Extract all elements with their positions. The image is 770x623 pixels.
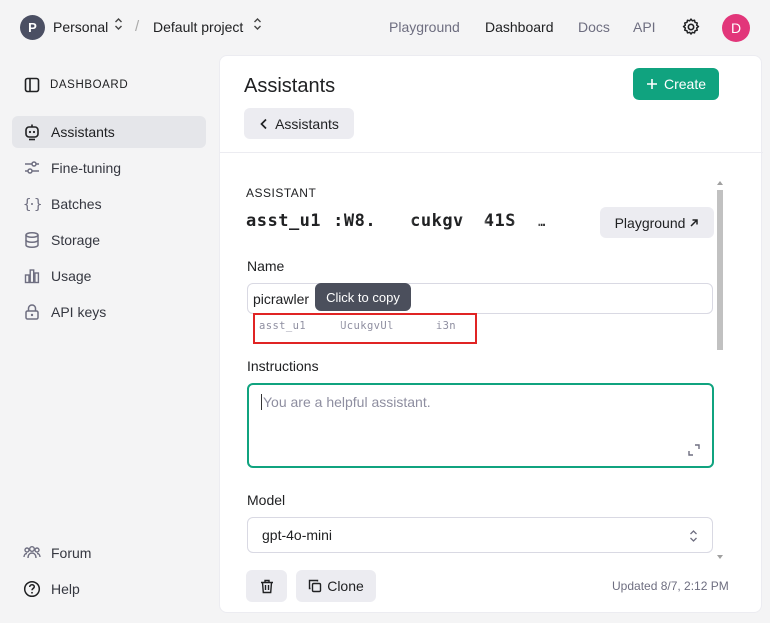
nav-dashboard[interactable]: Dashboard <box>485 19 554 35</box>
sidebar-item-batches[interactable]: { } Batches <box>12 188 206 220</box>
highlight-box <box>253 313 477 344</box>
redaction <box>463 213 484 229</box>
chevron-up-down-icon <box>690 530 697 542</box>
robot-icon <box>25 124 39 141</box>
arrow-up-right-icon <box>690 218 699 227</box>
assistant-id[interactable]: asst_u1 :W8. cukgv 41S … <box>246 211 546 231</box>
divider <box>220 152 763 153</box>
project-switcher[interactable]: Default project <box>153 19 243 35</box>
nav-api[interactable]: API <box>633 19 656 35</box>
top-bar: P Personal / Default project Playground … <box>0 0 770 56</box>
delete-button[interactable] <box>246 570 287 602</box>
org-avatar[interactable]: P <box>20 15 45 40</box>
sidebar-item-usage[interactable]: Usage <box>12 260 206 292</box>
updated-timestamp: Updated 8/7, 2:12 PM <box>612 579 729 593</box>
instructions-placeholder: You are a helpful assistant. <box>263 394 431 410</box>
sidebar-item-label: Assistants <box>51 124 115 140</box>
nav-docs[interactable]: Docs <box>578 19 610 35</box>
model-value: gpt-4o-mini <box>262 527 333 543</box>
playground-label: Playground <box>614 214 686 231</box>
copy-tooltip: Click to copy <box>315 283 411 311</box>
sidebar-heading: DASHBOARD <box>50 79 129 91</box>
braces-icon: { } <box>23 197 41 213</box>
assistant-id-part: 41S <box>483 211 517 231</box>
users-icon <box>23 546 41 559</box>
chevron-up-down-icon[interactable] <box>253 17 262 31</box>
redaction <box>516 213 539 229</box>
name-label: Name <box>247 258 285 274</box>
org-switcher[interactable]: Personal <box>53 19 108 35</box>
scrollbar[interactable] <box>716 180 724 560</box>
expand-icon[interactable] <box>688 444 700 456</box>
model-label: Model <box>247 492 286 508</box>
redaction <box>321 213 334 229</box>
sidebar-item-label: Batches <box>51 196 102 212</box>
sidebar-item-label: Forum <box>51 545 92 561</box>
svg-text:{: { <box>23 197 31 213</box>
sidebar-item-label: Storage <box>51 232 101 248</box>
sidebar-item-forum[interactable]: Forum <box>12 537 206 569</box>
redaction <box>376 213 411 229</box>
scroll-up-arrow-icon[interactable] <box>716 180 724 186</box>
chevron-up-down-icon[interactable] <box>114 17 123 31</box>
text-caret <box>261 394 262 410</box>
section-label: ASSISTANT <box>246 186 317 200</box>
assistant-id-part: … <box>538 215 546 229</box>
back-button[interactable]: Assistants <box>244 108 354 139</box>
model-select[interactable]: gpt-4o-mini <box>247 517 713 553</box>
sidebar-item-label: Usage <box>51 268 92 284</box>
clone-button[interactable]: Clone <box>296 570 376 602</box>
playground-button[interactable]: Playground <box>600 207 714 238</box>
sidebar-item-storage[interactable]: Storage <box>12 224 206 256</box>
bar-chart-icon <box>24 269 40 284</box>
back-label: Assistants <box>275 115 339 132</box>
sliders-icon <box>25 161 39 174</box>
lock-icon <box>25 304 39 320</box>
assistant-panel: Assistants Create Assistants ASSISTANT a… <box>219 55 763 613</box>
sidebar-toggle-icon[interactable] <box>24 77 40 93</box>
sidebar-item-fine-tuning[interactable]: Fine-tuning <box>12 152 206 184</box>
sidebar-item-label: Help <box>51 581 80 597</box>
sidebar-item-label: API keys <box>51 304 107 320</box>
database-icon <box>25 231 39 249</box>
sidebar-header: DASHBOARD <box>24 77 128 93</box>
svg-text:}: } <box>34 197 41 213</box>
scroll-thumb[interactable] <box>717 190 723 350</box>
user-avatar[interactable]: D <box>722 14 750 42</box>
create-button[interactable]: Create <box>633 68 719 100</box>
gear-icon[interactable] <box>681 17 701 37</box>
scroll-down-arrow-icon[interactable] <box>716 554 724 560</box>
breadcrumb-separator: / <box>135 18 140 35</box>
name-value: picrawler <box>253 290 310 307</box>
clone-label: Clone <box>327 578 364 594</box>
help-icon <box>23 580 41 598</box>
page-title: Assistants <box>244 75 336 97</box>
sidebar-item-assistants[interactable]: Assistants <box>12 116 206 148</box>
copy-icon <box>309 579 322 593</box>
plus-icon <box>646 79 657 89</box>
instructions-textarea[interactable]: You are a helpful assistant. <box>247 383 714 468</box>
trash-icon <box>260 579 273 593</box>
assistant-id-part: cukgv <box>410 211 464 231</box>
chevron-left-icon <box>260 118 267 129</box>
assistant-id-part: asst_u1 <box>246 211 322 231</box>
instructions-label: Instructions <box>247 358 319 374</box>
sidebar-item-help[interactable]: Help <box>12 573 206 605</box>
assistant-id-part: :W8. <box>333 211 377 231</box>
sidebar-item-api-keys[interactable]: API keys <box>12 296 206 328</box>
nav-playground[interactable]: Playground <box>389 19 460 35</box>
create-label: Create <box>663 76 707 92</box>
sidebar-item-label: Fine-tuning <box>51 160 122 176</box>
